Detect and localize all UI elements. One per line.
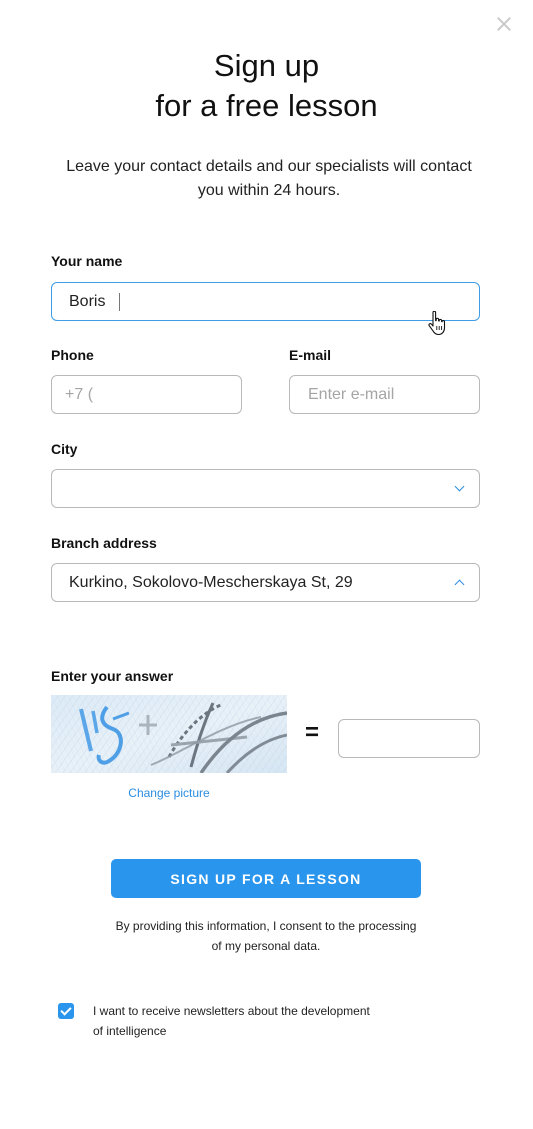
name-input[interactable]: Boris bbox=[51, 282, 480, 321]
captcha-label: Enter your answer bbox=[51, 668, 174, 684]
title-line-2: for a free lesson bbox=[155, 88, 378, 123]
captcha-image bbox=[51, 695, 287, 773]
title-line-1: Sign up bbox=[213, 48, 320, 83]
chevron-up-icon bbox=[454, 579, 465, 590]
newsletter-line-2: of intelligence bbox=[93, 1024, 167, 1038]
newsletter-checkbox[interactable] bbox=[58, 1003, 74, 1019]
captcha-answer-input[interactable] bbox=[338, 719, 480, 758]
subtitle: Leave your contact details and our speci… bbox=[60, 155, 478, 203]
phone-input[interactable]: +7 ( bbox=[51, 375, 242, 414]
newsletter-line-1: I want to receive newsletters about the … bbox=[93, 1004, 370, 1018]
name-value: Boris bbox=[69, 292, 106, 310]
sign-up-button[interactable]: SIGN UP FOR A LESSON bbox=[111, 859, 421, 898]
branch-select[interactable]: Kurkino, Sokolovo-Mescherskaya St, 29 bbox=[51, 563, 480, 602]
phone-placeholder: +7 ( bbox=[65, 385, 94, 403]
equals-sign: = bbox=[305, 719, 320, 746]
city-select[interactable] bbox=[51, 469, 480, 508]
branch-value: Kurkino, Sokolovo-Mescherskaya St, 29 bbox=[69, 573, 353, 591]
subtitle-line-2: you within 24 hours. bbox=[197, 182, 341, 199]
branch-label: Branch address bbox=[51, 535, 157, 551]
chevron-down-icon bbox=[454, 481, 465, 492]
name-label: Your name bbox=[51, 253, 123, 269]
subtitle-line-1: Leave your contact details and our speci… bbox=[66, 158, 472, 175]
phone-label: Phone bbox=[51, 347, 94, 363]
consent-line-1: By providing this information, I consent… bbox=[115, 919, 417, 933]
page-title: Sign up for a free lesson bbox=[0, 46, 533, 126]
consent-line-2: of my personal data. bbox=[211, 939, 321, 953]
consent-text: By providing this information, I consent… bbox=[96, 916, 436, 956]
hand-cursor-icon bbox=[428, 311, 446, 335]
email-placeholder: Enter e-mail bbox=[308, 385, 395, 403]
city-label: City bbox=[51, 441, 78, 457]
email-label: E-mail bbox=[289, 347, 332, 363]
newsletter-label: I want to receive newsletters about the … bbox=[93, 1001, 393, 1041]
change-picture-link[interactable]: Change picture bbox=[51, 786, 287, 800]
close-icon[interactable] bbox=[495, 15, 513, 33]
text-caret bbox=[119, 292, 121, 311]
email-input[interactable]: Enter e-mail bbox=[289, 375, 480, 414]
